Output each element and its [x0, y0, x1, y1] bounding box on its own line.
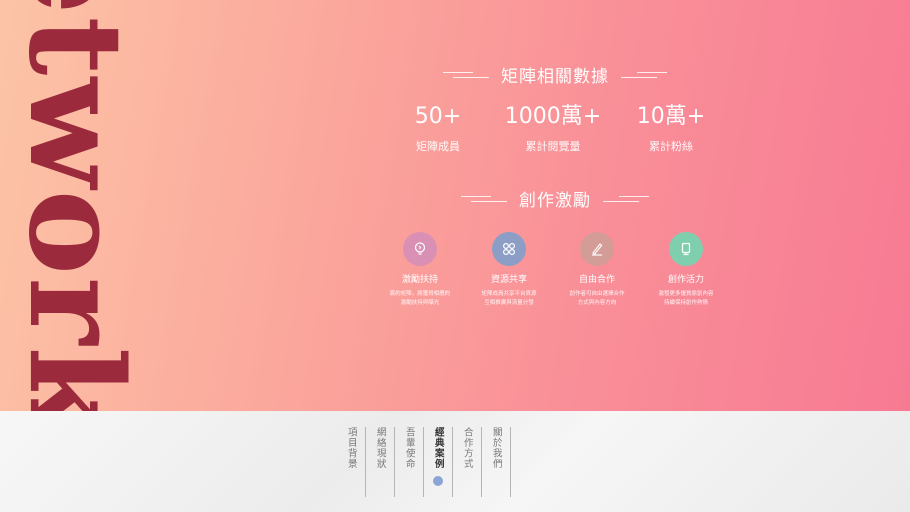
nav-item-label: 經典案例 — [432, 427, 444, 469]
nav-item-network-status[interactable]: 網絡現狀 — [366, 427, 395, 497]
feature-cooperation: 自由合作 創作者可自由選擇合作 方式與內容方向 — [547, 232, 647, 308]
feature-title: 激勵扶持 — [401, 275, 438, 285]
grid-icon — [492, 232, 526, 266]
big-word-wrapper: etwork — [0, 0, 245, 411]
nav-item-label: 關於我們 — [490, 427, 502, 469]
feature-desc-line: 簽約矩陣，將獲得相應的 — [389, 291, 451, 297]
stat-label: 累計閱覽量 — [525, 140, 581, 153]
nav-item-mission[interactable]: 吾輩使命 — [395, 427, 424, 497]
nav-item-label: 合作方式 — [461, 427, 473, 469]
features-heading: 創作激勵 — [345, 186, 765, 211]
nav-item-label: 網絡現狀 — [374, 427, 386, 469]
section-nav: 項目背景 網絡現狀 吾輩使命 經典案例 合作方式 關於我們 — [337, 427, 511, 497]
stat-value: 50+ — [414, 104, 462, 129]
nav-item-background[interactable]: 項目背景 — [337, 427, 366, 497]
feature-vitality: 創作活力 激發更多優質原創內容 持續保持創作熱情 — [636, 232, 736, 308]
feature-desc: 創作者可自由選擇合作 方式與內容方向 — [547, 290, 647, 308]
stats-heading-text: 矩陣相關數據 — [501, 67, 609, 87]
feature-sharing: 資源共享 矩陣成員共享平台資源 互相推廣與流量分發 — [459, 232, 559, 308]
features-heading-text: 創作激勵 — [519, 191, 591, 211]
feature-desc-line: 方式與內容方向 — [577, 300, 617, 306]
feature-title: 自由合作 — [578, 275, 615, 285]
stat-value: 10萬+ — [636, 104, 706, 129]
feature-title: 創作活力 — [667, 275, 704, 285]
feature-desc-line: 激發更多優質原創內容 — [658, 291, 714, 297]
nav-item-label: 吾輩使命 — [403, 427, 415, 469]
feature-desc: 激發更多優質原創內容 持續保持創作熱情 — [636, 290, 736, 308]
feature-desc-line: 矩陣成員共享平台資源 — [481, 291, 537, 297]
heading-left-lines — [461, 195, 507, 202]
stat-views: 1000萬+ 累計閱覽量 — [493, 104, 613, 154]
heading-left-lines — [443, 71, 489, 78]
nav-item-label: 項目背景 — [345, 427, 357, 469]
stat-fans: 10萬+ 累計粉絲 — [611, 104, 731, 154]
feature-desc-line: 持續保持創作熱情 — [663, 300, 708, 306]
feature-desc-line: 激勵扶持與曝光 — [400, 300, 440, 306]
phone-icon — [669, 232, 703, 266]
feature-desc-line: 互相推廣與流量分發 — [484, 300, 534, 306]
nav-item-cases[interactable]: 經典案例 — [424, 427, 453, 497]
nav-item-about[interactable]: 關於我們 — [482, 427, 511, 497]
nav-item-cooperation[interactable]: 合作方式 — [453, 427, 482, 497]
pen-icon — [580, 232, 614, 266]
active-indicator-icon — [433, 476, 443, 486]
stat-value: 1000萬+ — [504, 104, 602, 129]
feature-desc: 矩陣成員共享平台資源 互相推廣與流量分發 — [459, 290, 559, 308]
stat-label: 累計粉絲 — [649, 140, 693, 153]
stat-members: 50+ 矩陣成員 — [378, 104, 498, 154]
feature-desc: 簽約矩陣，將獲得相應的 激勵扶持與曝光 — [370, 290, 470, 308]
stats-heading: 矩陣相關數據 — [345, 62, 765, 87]
big-word-text: etwork — [0, 0, 150, 411]
heading-right-lines — [621, 71, 667, 78]
feature-incentive: 激勵扶持 簽約矩陣，將獲得相應的 激勵扶持與曝光 — [370, 232, 470, 308]
heading-right-lines — [603, 195, 649, 202]
feature-desc-line: 創作者可自由選擇合作 — [569, 291, 625, 297]
feature-title: 資源共享 — [490, 275, 527, 285]
hero-section: etwork 矩陣相關數據 50+ 矩陣成員 1000萬+ 累計閱覽量 10萬+… — [0, 0, 910, 411]
lightbulb-icon — [403, 232, 437, 266]
stat-label: 矩陣成員 — [416, 140, 460, 153]
